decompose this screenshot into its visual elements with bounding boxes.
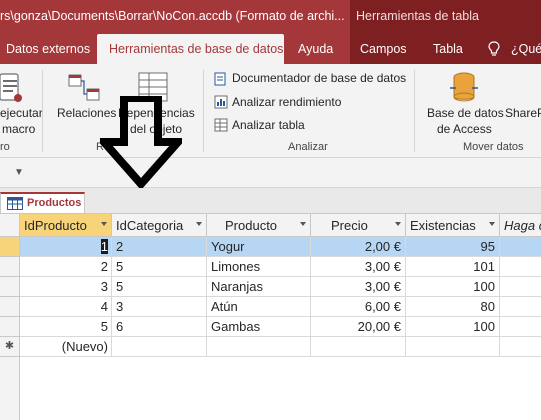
macro-group-label: ro (0, 141, 10, 153)
table-cell[interactable]: 2 (112, 237, 207, 257)
column-header-producto[interactable]: Producto (207, 214, 311, 237)
chevron-down-icon[interactable]: ▼ (14, 167, 24, 178)
access-db-line1[interactable]: Base de datos (427, 106, 504, 120)
ribbon-tabs: Datos externos Herramientas de base de d… (0, 34, 541, 64)
table-cell[interactable]: 100 (406, 317, 500, 337)
row-selector-area (0, 357, 20, 420)
analyze-table-button[interactable]: Analizar tabla (232, 118, 305, 132)
table-cell[interactable]: 20,00 € (311, 317, 406, 337)
table-cell[interactable]: Limones (207, 257, 311, 277)
context-group-label: Herramientas de tabla (356, 9, 479, 23)
dropdown-icon[interactable] (395, 222, 401, 226)
table-cell[interactable]: 6 (112, 317, 207, 337)
table-cell[interactable]: Yogur (207, 237, 311, 257)
analyze-performance-icon[interactable] (214, 95, 228, 109)
documenter-icon[interactable] (214, 72, 228, 86)
search-tell-me[interactable]: ¿Qué (511, 34, 541, 64)
table-cell[interactable]: Atún (207, 297, 311, 317)
table-cell[interactable] (207, 337, 311, 357)
table-cell[interactable]: 6,00 € (311, 297, 406, 317)
row-selector[interactable] (0, 237, 20, 257)
group-separator (414, 70, 415, 152)
table-cell[interactable]: 101 (406, 257, 500, 277)
table-cell[interactable]: 3,00 € (311, 257, 406, 277)
dropdown-icon[interactable] (196, 222, 202, 226)
table-cell[interactable]: Naranjas (207, 277, 311, 297)
tab-herramientas-bd[interactable]: Herramientas de base de datos (97, 34, 284, 64)
new-record-marker[interactable]: ✱ (0, 337, 20, 357)
table-cell[interactable]: 3,00 € (311, 277, 406, 297)
row-selector[interactable] (0, 277, 20, 297)
title-bar: rs\gonza\Documents\Borrar\NoCon.accdb (F… (0, 0, 541, 34)
group-separator (42, 70, 43, 152)
tab-datos-externos[interactable]: Datos externos (6, 34, 90, 64)
column-header-add-field[interactable]: Haga c (500, 214, 541, 237)
table-cell[interactable]: 95 (406, 237, 500, 257)
down-arrow-annotation (100, 96, 182, 188)
relationships-icon[interactable] (68, 74, 100, 102)
row-selector[interactable] (0, 297, 20, 317)
tab-tabla[interactable]: Tabla (433, 34, 463, 64)
new-record-cell[interactable]: (Nuevo) (20, 337, 112, 357)
dropdown-icon[interactable] (300, 222, 306, 226)
select-all-corner[interactable] (0, 214, 20, 237)
table-cell[interactable]: 100 (406, 277, 500, 297)
row-selector[interactable] (0, 257, 20, 277)
current-cell-text: 1 (100, 239, 108, 254)
context-tabs: Campos Tabla ¿Qué (350, 34, 541, 64)
table-cell[interactable]: 1 (20, 237, 112, 257)
move-data-group-label: Mover datos (463, 141, 524, 153)
table-cell[interactable]: 2 (20, 257, 112, 277)
sharepoint-button[interactable]: ShareP (505, 106, 541, 120)
window-title: rs\gonza\Documents\Borrar\NoCon.accdb (F… (0, 9, 345, 23)
tab-ayuda[interactable]: Ayuda (298, 34, 333, 64)
table-cell[interactable] (112, 337, 207, 357)
table-cell[interactable] (500, 257, 541, 277)
table-cell[interactable]: 3 (20, 277, 112, 297)
access-db-line2[interactable]: de Access (437, 122, 492, 136)
table-cell[interactable] (500, 317, 541, 337)
quick-access-bar: ▼ (0, 158, 541, 188)
table-cell[interactable] (406, 337, 500, 357)
datasheet: IdProducto IdCategoria Producto Precio E… (0, 213, 541, 420)
ribbon: ejecutar macro ro Relaciones Dependencia… (0, 64, 541, 158)
column-header-idproducto[interactable]: IdProducto (20, 214, 112, 237)
table-cell[interactable]: Gambas (207, 317, 311, 337)
table-cell[interactable] (500, 337, 541, 357)
run-macro-line2[interactable]: macro (2, 122, 35, 136)
tab-campos[interactable]: Campos (360, 34, 407, 64)
table-cell[interactable]: 80 (406, 297, 500, 317)
analyze-performance-button[interactable]: Analizar rendimiento (232, 95, 341, 109)
documenter-button[interactable]: Documentador de base de datos (232, 71, 406, 85)
context-group: Herramientas de tabla (350, 0, 541, 34)
table-cell[interactable] (311, 337, 406, 357)
column-header-precio[interactable]: Precio (311, 214, 406, 237)
table-cell[interactable]: 4 (20, 297, 112, 317)
table-cell[interactable] (500, 297, 541, 317)
table-cell[interactable]: 5 (112, 257, 207, 277)
table-cell[interactable] (500, 277, 541, 297)
run-macro-line1[interactable]: ejecutar (0, 106, 43, 120)
document-tab-productos[interactable]: Productos (0, 192, 85, 213)
table-cell[interactable]: 5 (20, 317, 112, 337)
document-tabs: Productos (0, 188, 541, 213)
table-cell[interactable]: 2,00 € (311, 237, 406, 257)
dropdown-icon[interactable] (101, 222, 107, 226)
macro-icon[interactable] (0, 72, 24, 104)
column-header-idcategoria[interactable]: IdCategoria (112, 214, 207, 237)
access-database-icon[interactable] (448, 70, 480, 104)
analyze-table-icon[interactable] (214, 118, 228, 132)
table-icon (7, 197, 23, 210)
table-cell[interactable]: 5 (112, 277, 207, 297)
table-cell[interactable] (500, 237, 541, 257)
row-selector[interactable] (0, 317, 20, 337)
analyze-group-label: Analizar (288, 141, 328, 153)
help-lightbulb-icon[interactable] (488, 41, 500, 57)
document-tab-label: Productos (27, 197, 82, 209)
column-header-existencias[interactable]: Existencias (406, 214, 500, 237)
table-cell[interactable]: 3 (112, 297, 207, 317)
dropdown-icon[interactable] (489, 222, 495, 226)
group-separator (203, 70, 204, 152)
